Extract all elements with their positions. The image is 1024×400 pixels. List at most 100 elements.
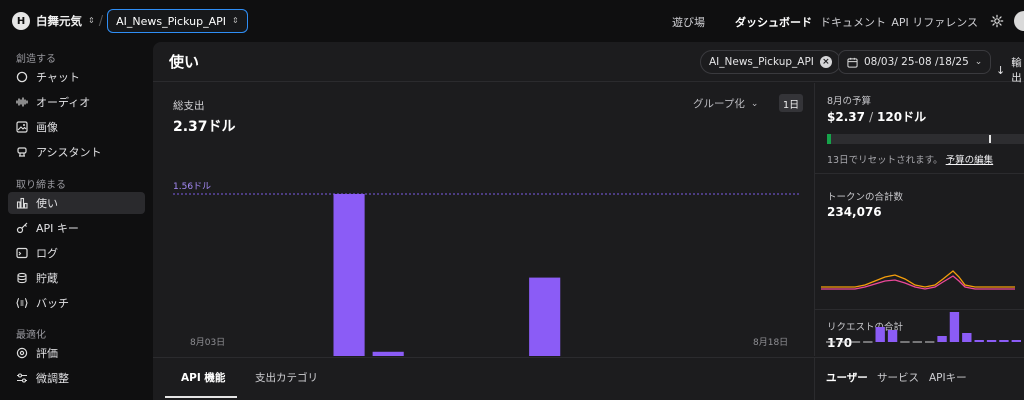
audio-waveform-icon: [16, 96, 28, 108]
active-tab-indicator: [165, 396, 237, 398]
sidebar-item-usage[interactable]: 使い: [8, 192, 145, 214]
chevron-updown-icon: ⇕: [231, 16, 239, 25]
sidebar-item-audio[interactable]: オーディオ: [8, 91, 145, 113]
divider: [815, 173, 1024, 174]
bottom-tabs-bar: API 機能 支出カテゴリ ユーザー サービス APIキー: [153, 357, 1024, 400]
sidebar-item-label: 使い: [36, 197, 58, 210]
budget-progress-fill: [827, 134, 831, 144]
target-icon: [16, 347, 28, 359]
sliders-icon: [16, 372, 28, 384]
request-bar: [949, 312, 960, 342]
sidebar-section-optimize: 最適化: [16, 330, 46, 341]
request-bar: [875, 327, 885, 342]
sidebar-item-label: 微調整: [36, 372, 69, 385]
edit-budget-link[interactable]: 予算の編集: [946, 155, 994, 166]
cost-bar[interactable]: [529, 277, 561, 356]
sidebar-section-create: 創造する: [16, 54, 56, 65]
download-arrow-icon: ↓: [996, 63, 1006, 77]
cost-chart-panel: 総支出 2.37ドル グループ化 ⌄ 1日 1.56ドル 8月03日 8月18日: [153, 83, 813, 356]
tokens-line-chart: [821, 270, 1015, 290]
budget-progress-bar: [827, 134, 1024, 144]
budget-limit: 120ドル: [877, 110, 927, 124]
user-avatar[interactable]: [1014, 11, 1024, 31]
budget-spent: $2.37: [827, 110, 865, 124]
sidebar-item-image[interactable]: 画像: [8, 116, 145, 138]
nav-api-reference[interactable]: API リファレンス: [891, 14, 978, 30]
sidebar-item-label: オーディオ: [36, 96, 91, 109]
sidebar-item-label: アシスタント: [36, 146, 102, 159]
tab-api-keys[interactable]: APIキー: [929, 370, 967, 385]
sidebar-item-fine-tuning[interactable]: 微調整: [8, 367, 145, 389]
sidebar-item-label: API キー: [36, 222, 79, 235]
tokens-value: 234,076: [827, 205, 882, 219]
tokens-series-orange: [821, 270, 1015, 288]
page-header: 使い AI_News_Pickup_API × 08/03/ 25-08 /18…: [153, 42, 1024, 85]
divider: [814, 358, 815, 400]
close-icon[interactable]: ×: [819, 56, 832, 68]
tab-services[interactable]: サービス: [877, 370, 919, 385]
project-name: AI_News_Pickup_API: [116, 14, 226, 28]
sidebar-item-label: 貯蔵: [36, 272, 58, 285]
chevron-down-icon: ⌄: [974, 57, 983, 67]
org-switcher[interactable]: H 白舞元気 ⇕: [12, 12, 95, 30]
chevron-updown-icon: ⇕: [88, 16, 95, 25]
cost-bar-chart: 1.56ドル 8月03日 8月18日: [173, 182, 799, 356]
project-filter-label: AI_News_Pickup_API: [709, 56, 814, 68]
sidebar-item-label: 画像: [36, 121, 58, 134]
x-tick-label-start: 8月03日: [190, 337, 225, 348]
sidebar-item-label: チャット: [36, 71, 80, 84]
robot-icon: [16, 146, 28, 158]
sidebar-item-label: 評価: [36, 347, 58, 360]
nav-docs[interactable]: ドキュメント: [820, 14, 886, 30]
database-icon: [16, 272, 28, 284]
tab-api-features[interactable]: API 機能: [181, 370, 225, 385]
org-name: 白舞元気: [36, 14, 82, 28]
log-icon: [16, 247, 28, 259]
date-range-label: 08/03/ 25-08 /18/25: [864, 56, 969, 68]
gear-icon[interactable]: [990, 14, 1004, 28]
cost-bar[interactable]: [372, 351, 404, 356]
calendar-icon: [847, 57, 858, 68]
sidebar-item-storage[interactable]: 貯蔵: [8, 267, 145, 289]
project-switcher[interactable]: AI_News_Pickup_API ⇕: [107, 9, 248, 33]
export-button[interactable]: ↓ 輸出: [996, 55, 1024, 85]
sidebar-item-label: バッチ: [36, 297, 69, 310]
budget-reset-label: 13日でリセットされます。: [827, 155, 943, 166]
tokens-title: トークンの合計数: [827, 192, 904, 203]
image-icon: [16, 121, 28, 133]
sidebar-item-batch[interactable]: バッチ: [8, 292, 145, 314]
max-value-label: 1.56ドル: [173, 182, 211, 192]
org-avatar: H: [12, 12, 30, 30]
batch-icon: [16, 297, 28, 309]
sidebar-item-logs[interactable]: ログ: [8, 242, 145, 264]
key-icon: [16, 222, 28, 234]
sidebar-item-chat[interactable]: チャット: [8, 66, 145, 88]
tab-users[interactable]: ユーザー: [826, 370, 868, 385]
sidebar-item-api-keys[interactable]: API キー: [8, 217, 145, 239]
chat-bubble-icon: [16, 71, 28, 83]
page-title: 使い: [169, 53, 200, 71]
sidebar-item-label: ログ: [36, 247, 58, 260]
sidebar-section-manage: 取り締まる: [16, 180, 66, 191]
date-range-picker[interactable]: 08/03/ 25-08 /18/25 ⌄: [838, 50, 992, 74]
tab-spend-categories[interactable]: 支出カテゴリ: [255, 370, 318, 385]
sidebar-item-assistant[interactable]: アシスタント: [8, 141, 145, 163]
budget-reset-text: 13日でリセットされます。 予算の編集: [827, 152, 993, 166]
breadcrumb-separator: /: [98, 13, 104, 29]
sidebar-item-evals[interactable]: 評価: [8, 342, 145, 364]
request-bar: [962, 333, 972, 342]
request-bar: [986, 340, 997, 342]
request-bar: [887, 330, 898, 342]
nav-dashboard[interactable]: ダッシュボード: [735, 14, 812, 30]
request-bar: [974, 340, 984, 342]
x-tick-label-end: 8月18日: [753, 337, 788, 348]
budget-value: $2.37 / 120ドル: [827, 110, 927, 124]
nav-playground[interactable]: 遊び場: [672, 14, 705, 30]
project-filter-pill[interactable]: AI_News_Pickup_API ×: [700, 50, 841, 74]
request-bar: [1011, 340, 1021, 342]
budget-title: 8月の予算: [827, 96, 872, 107]
requests-bar-chart: [826, 312, 1021, 343]
top-bar: H 白舞元気 ⇕ / AI_News_Pickup_API ⇕ 遊び場 ダッシュ…: [0, 0, 1024, 42]
cost-bar[interactable]: [333, 194, 365, 356]
request-bar: [937, 336, 947, 342]
